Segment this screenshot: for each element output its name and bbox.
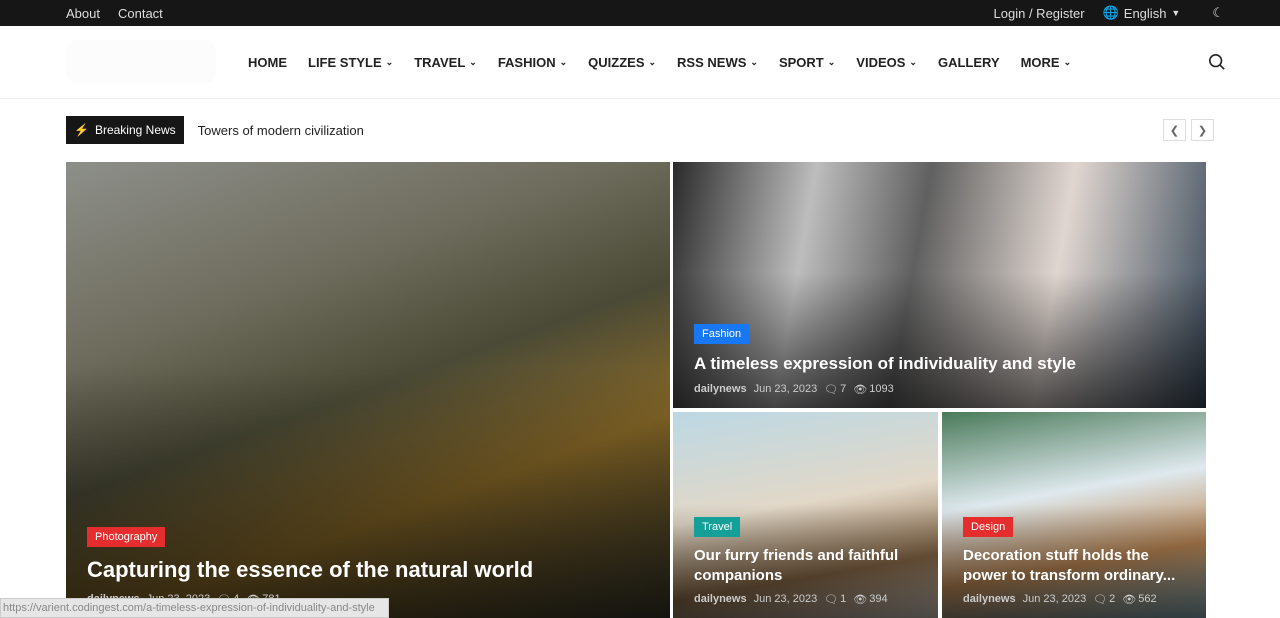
caret-down-icon: ▼ — [1171, 8, 1181, 18]
view-count: 1093 — [869, 383, 894, 395]
category-badge[interactable]: Design — [963, 517, 1014, 537]
nav-item-videos[interactable]: VIDEOS ⌄ — [856, 55, 917, 70]
nav-label: LIFE STYLE — [308, 54, 382, 70]
post-date: Jun 23, 2023 — [753, 383, 818, 395]
nav-label: RSS NEWS — [677, 54, 747, 70]
comment-count: 1 — [840, 593, 847, 605]
post-author[interactable]: dailynews — [694, 593, 747, 606]
nav-label: SPORT — [778, 54, 824, 70]
main-header: HOME LIFE STYLE ⌄ TRAVEL ⌄ FASHION ⌄ QUIZZES ⌄ RS… — [0, 26, 1280, 99]
breaking-news-label: ⚡ Breaking News — [66, 116, 184, 144]
nav-item-sport[interactable]: SPORT ⌄ — [779, 55, 835, 70]
eye-icon: 👁 — [1122, 594, 1137, 606]
breaking-news-bar: ⚡ Breaking News Towers of modern civiliza… — [66, 116, 1214, 144]
post-title[interactable]: Decoration stuff holds the power to tran… — [963, 546, 1192, 585]
post-author[interactable]: dailynews — [694, 383, 747, 396]
nav-label: GALLERY — [937, 54, 1000, 70]
breaking-news-headline[interactable]: Towers of modern civilization — [198, 123, 364, 138]
status-bar-url: https://varient.codingest.com/a-timeless… — [0, 598, 389, 618]
post-date: Jun 23, 2023 — [1022, 593, 1087, 605]
site-logo[interactable] — [66, 40, 216, 84]
nav-item-travel[interactable]: TRAVEL ⌄ — [414, 55, 477, 70]
eye-icon: 👁 — [853, 384, 868, 396]
bolt-icon: ⚡ — [74, 123, 89, 137]
breaking-label-text: Breaking News — [94, 123, 176, 137]
nav-label: MORE — [1020, 54, 1060, 70]
view-count: 394 — [869, 593, 888, 605]
featured-post-card[interactable]: Photography Capturing the essence of the… — [66, 162, 670, 618]
top-bar: About Contact Login / Register 🌐 English ▼ … — [0, 0, 1280, 26]
comment-icon: 🗨 — [1093, 594, 1108, 606]
comment-count: 7 — [840, 383, 847, 395]
nav-item-gallery[interactable]: GALLERY — [938, 55, 1000, 70]
comment-count: 2 — [1109, 593, 1116, 605]
chevron-down-icon: ⌄ — [385, 56, 394, 67]
login-register-link[interactable]: Login / Register — [994, 6, 1085, 21]
chevron-down-icon: ⌄ — [750, 56, 758, 67]
about-link[interactable]: About — [66, 6, 100, 21]
view-count: 562 — [1138, 593, 1157, 605]
category-badge[interactable]: Travel — [694, 517, 741, 537]
post-title[interactable]: Our furry friends and faithful companion… — [694, 546, 924, 585]
chevron-down-icon: ⌄ — [648, 56, 657, 67]
featured-post-card[interactable]: Travel Our furry friends and faithful co… — [673, 412, 938, 618]
featured-post-card[interactable]: Fashion A timeless expression of individ… — [673, 162, 1206, 408]
chevron-down-icon: ⌄ — [909, 56, 917, 67]
post-title[interactable]: Capturing the essence of the natural wor… — [87, 556, 656, 585]
chevron-down-icon: ⌄ — [827, 56, 836, 67]
nav-label: HOME — [248, 54, 287, 70]
nav-item-life-style[interactable]: LIFE STYLE ⌄ — [308, 55, 393, 70]
language-select[interactable]: 🌐 English ▼ — [1103, 5, 1181, 21]
comment-icon: 🗨 — [824, 594, 839, 606]
nav-label: VIDEOS — [856, 54, 906, 70]
search-icon[interactable] — [1208, 53, 1226, 71]
nav-item-fashion[interactable]: FASHION ⌄ — [498, 55, 567, 70]
chevron-down-icon: ⌄ — [559, 56, 568, 67]
main-nav: HOME LIFE STYLE ⌄ TRAVEL ⌄ FASHION ⌄ QUIZZES ⌄ RS… — [248, 55, 1071, 70]
moon-icon[interactable]: ☾ — [1212, 5, 1224, 21]
nav-item-rss-news[interactable]: RSS NEWS ⌄ — [677, 55, 758, 70]
nav-label: QUIZZES — [588, 54, 645, 70]
featured-post-card[interactable]: Design Decoration stuff holds the power … — [942, 412, 1206, 618]
eye-icon: 👁 — [853, 594, 868, 606]
post-date: Jun 23, 2023 — [753, 593, 818, 605]
nav-label: TRAVEL — [414, 54, 466, 70]
chevron-right-icon[interactable]: ❯ — [1191, 119, 1214, 141]
category-badge[interactable]: Photography — [87, 527, 166, 548]
post-author[interactable]: dailynews — [963, 593, 1016, 606]
category-badge[interactable]: Fashion — [694, 323, 750, 344]
post-title[interactable]: A timeless expression of individuality a… — [694, 353, 1192, 375]
chevron-down-icon: ⌄ — [469, 56, 477, 67]
nav-item-more[interactable]: MORE ⌄ — [1021, 55, 1072, 70]
chevron-left-icon[interactable]: ❮ — [1163, 119, 1186, 141]
nav-item-quizzes[interactable]: QUIZZES ⌄ — [588, 55, 656, 70]
nav-label: FASHION — [497, 54, 556, 70]
globe-icon: 🌐 — [1102, 5, 1119, 20]
contact-link[interactable]: Contact — [118, 6, 163, 21]
nav-item-home[interactable]: HOME — [248, 55, 287, 70]
comment-icon: 🗨 — [824, 384, 839, 396]
chevron-down-icon: ⌄ — [1063, 56, 1072, 67]
language-label: English — [1123, 5, 1167, 21]
